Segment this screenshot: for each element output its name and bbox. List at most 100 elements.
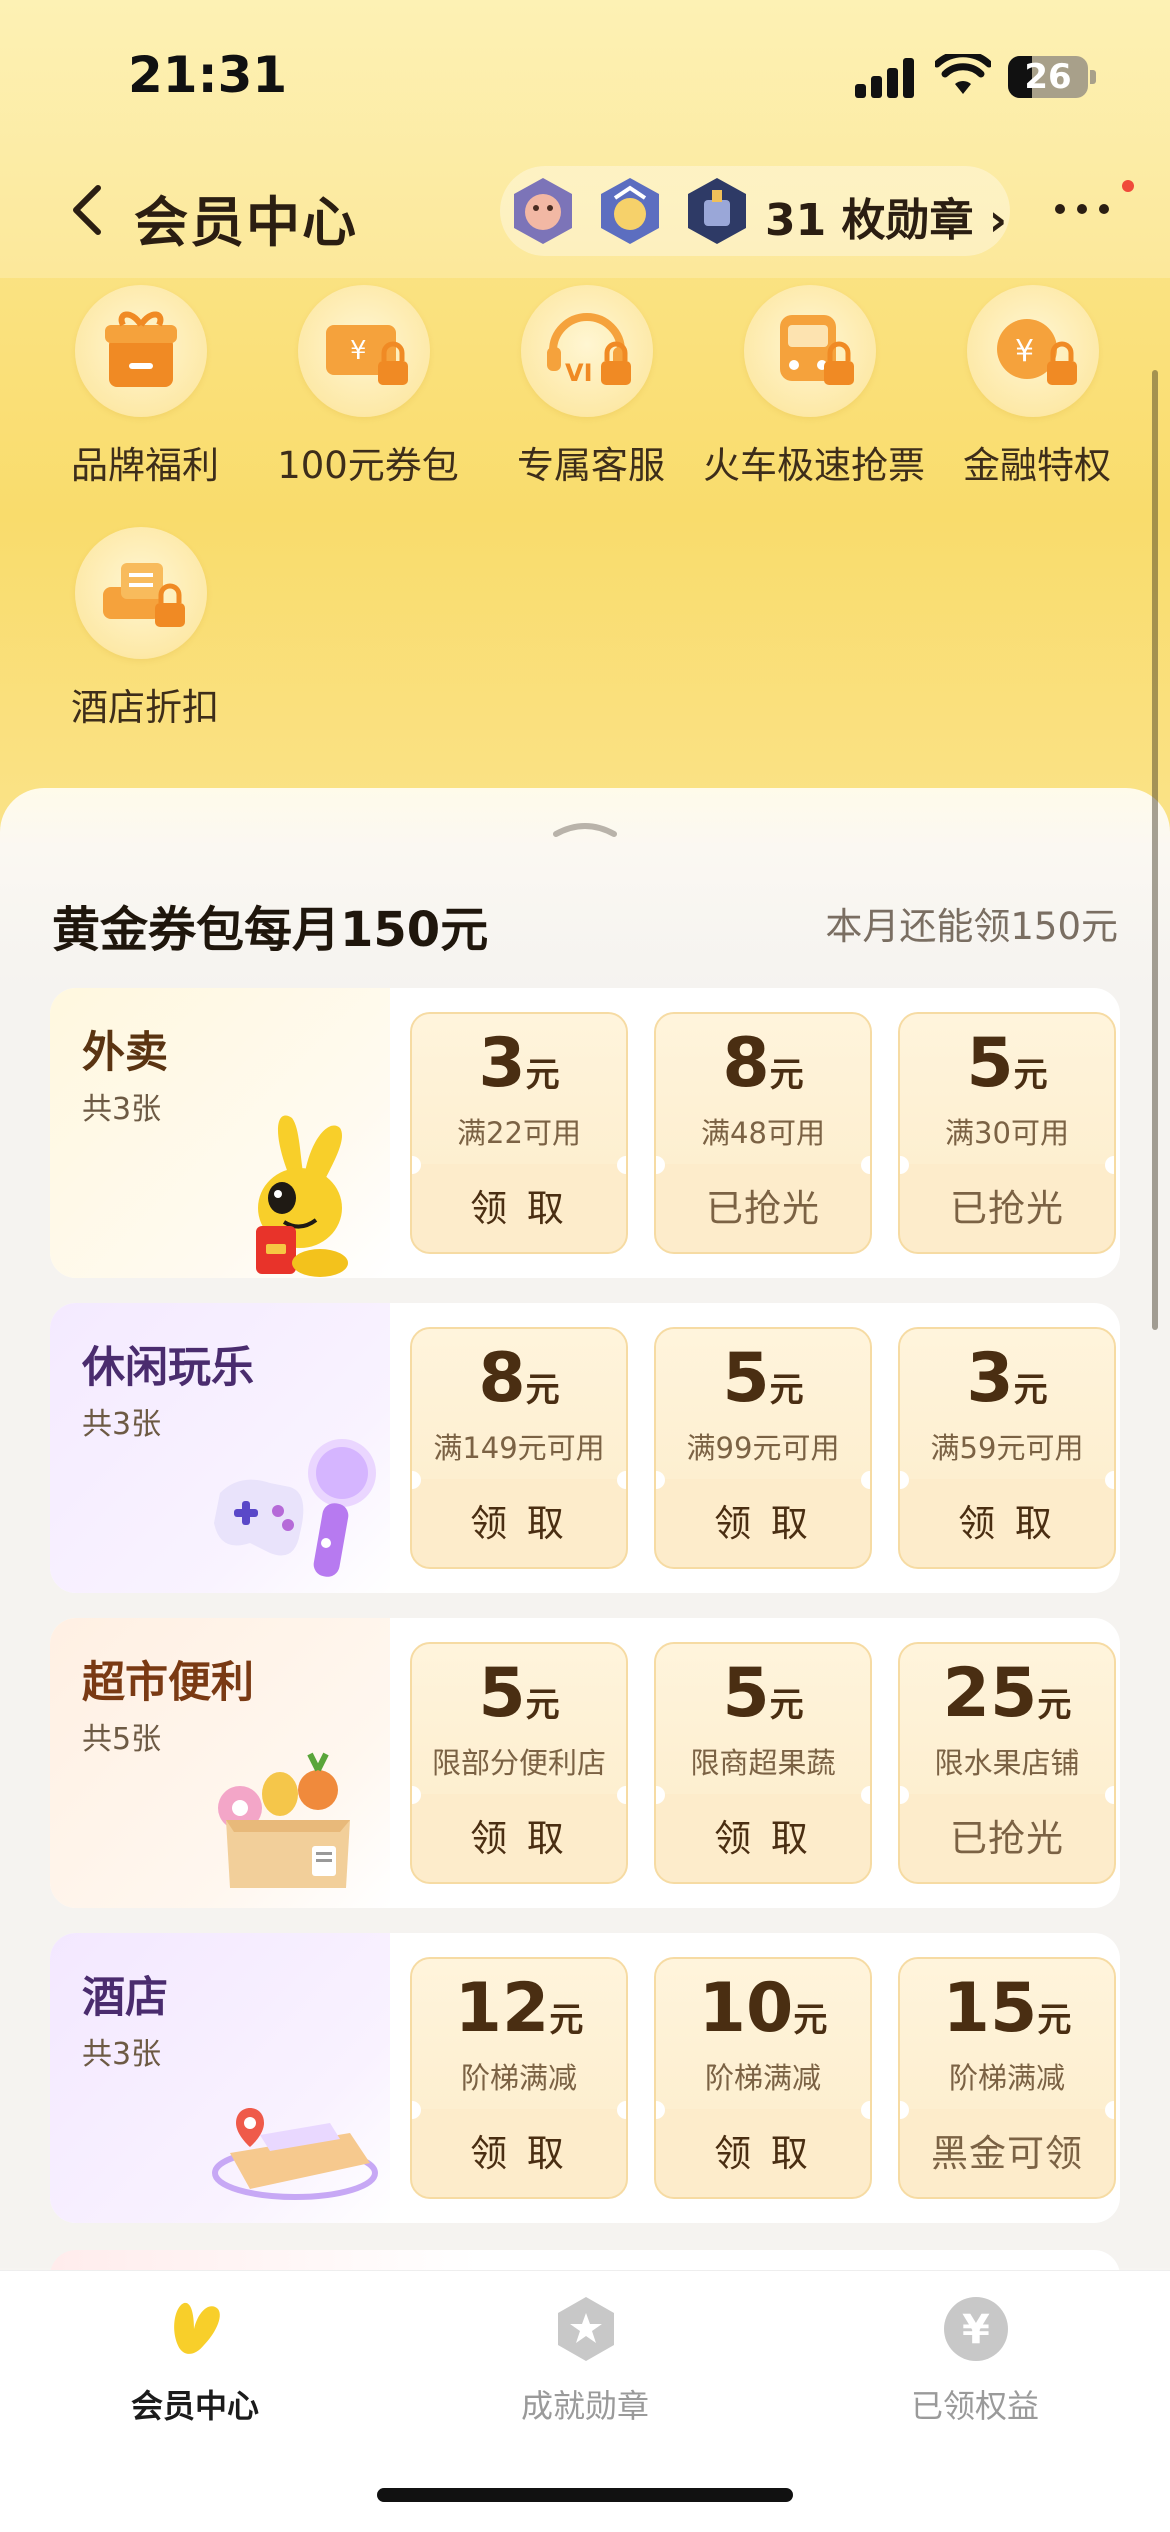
yen-icon: ¥: [944, 2297, 1008, 2361]
category-name: 酒店: [82, 1973, 168, 2023]
coupon-unit: 元: [525, 1055, 560, 1095]
battery-tip: [1090, 70, 1096, 84]
coupon-card[interactable]: 5元 满99元可用 领 取: [654, 1327, 872, 1569]
status-bar: 21:31 26: [0, 0, 1170, 150]
collapse-handle-icon[interactable]: [552, 818, 618, 838]
claim-button[interactable]: 领 取: [412, 1808, 626, 1862]
coupon-card[interactable]: 5元 限部分便利店 领 取: [410, 1642, 628, 1884]
coupon-amount: 8元: [656, 1024, 870, 1103]
coupon-value: 3: [966, 1339, 1014, 1418]
train-icon: [780, 315, 854, 385]
coupon-card[interactable]: 8元 满48可用 已抢光: [654, 1012, 872, 1254]
benefit-item-coupon-pack[interactable]: ¥ 100元券包: [258, 285, 478, 487]
benefit-item-service[interactable]: VI 专属客服: [481, 285, 701, 487]
back-icon[interactable]: [60, 180, 120, 240]
coupon-value: 5: [966, 1024, 1014, 1103]
coupon-amount: 8元: [412, 1339, 626, 1418]
coupon-amount: 3元: [412, 1024, 626, 1103]
coupon-amount: 3元: [900, 1339, 1114, 1418]
gamepad-mic-icon: [214, 1439, 376, 1577]
hotel-bed-icon: [212, 2108, 378, 2200]
notification-dot: [1122, 180, 1134, 192]
coupon-value: 5: [722, 1339, 770, 1418]
coupon-card[interactable]: 25元 限水果店铺 已抢光: [898, 1642, 1116, 1884]
tab-claimed-benefits[interactable]: ¥ 已领权益: [845, 2293, 1105, 2443]
coupon-unit: 元: [525, 1370, 560, 1410]
sold-out-label: 已抢光: [706, 1187, 820, 1230]
coupon-notch: [1105, 2101, 1114, 2119]
benefit-item-hotel[interactable]: 酒店折扣: [35, 527, 255, 729]
coupon-condition: 满149元可用: [433, 1431, 605, 1465]
scrollbar[interactable]: [1152, 370, 1158, 1330]
coupon-card[interactable]: 3元 满22可用 领 取: [410, 1012, 628, 1254]
claim-button[interactable]: 领 取: [412, 1178, 626, 1232]
coupon-notch: [861, 1786, 870, 1804]
category-card-leisure: 休闲玩乐 共3张 8元 满149元可用 领 取 5元 满99元可用 领 取 3元…: [50, 1303, 1120, 1593]
coupon-amount: 5元: [656, 1654, 870, 1733]
coupon-condition: 限商超果蔬: [690, 1746, 836, 1780]
claim-button[interactable]: 领 取: [900, 1493, 1114, 1547]
coupon-amount: 25元: [900, 1654, 1114, 1733]
benefit-item-brand[interactable]: 品牌福利: [35, 285, 255, 487]
medal-icon: [558, 2297, 614, 2361]
coupon-condition: 阶梯满减: [704, 2061, 821, 2095]
coupon-condition: 限水果店铺: [934, 1746, 1080, 1780]
claim-button[interactable]: 领 取: [412, 1493, 626, 1547]
medals-button[interactable]: 31 枚勋章 ›: [500, 166, 1010, 256]
hotel-icon: [103, 563, 185, 627]
coupon-value: 8: [722, 1024, 770, 1103]
claim-button[interactable]: 领 取: [412, 2123, 626, 2177]
tab-member-center[interactable]: 会员中心: [65, 2293, 325, 2443]
category-card-supermarket: 超市便利 共5张 5元 限部分便利店 领 取 5元 限商超果蔬 领 取 25元 …: [50, 1618, 1120, 1908]
coupon-condition: 满22可用: [457, 1116, 581, 1150]
benefit-icon-wrap: [75, 527, 207, 659]
svg-text:VI: VI: [565, 359, 593, 387]
coupon-value: 5: [722, 1654, 770, 1733]
tab-label: 会员中心: [130, 2387, 259, 2425]
gift-icon: [105, 311, 177, 387]
coupon-card[interactable]: 8元 满149元可用 领 取: [410, 1327, 628, 1569]
tab-label: 成就勋章: [520, 2387, 649, 2425]
claim-button[interactable]: 领 取: [656, 1493, 870, 1547]
coupon-value: 15: [942, 1969, 1038, 2048]
svg-text:¥: ¥: [1015, 334, 1034, 369]
coupon-card[interactable]: 5元 满30可用 已抢光: [898, 1012, 1116, 1254]
grocery-box-icon: [218, 1752, 350, 1888]
coupon-card[interactable]: 15元 阶梯满减 黑金可领: [898, 1957, 1116, 2199]
svg-text:¥: ¥: [962, 2307, 990, 2353]
wifi-icon: [935, 54, 991, 94]
benefit-label: 酒店折扣: [71, 686, 219, 729]
finance-icon: ¥: [997, 319, 1077, 385]
coupon-card[interactable]: 5元 限商超果蔬 领 取: [654, 1642, 872, 1884]
category-count: 共3张: [82, 1092, 162, 1127]
benefit-item-finance[interactable]: ¥ 金融特权: [927, 285, 1147, 487]
coupon-value: 12: [454, 1969, 550, 2048]
claim-button[interactable]: 领 取: [656, 1808, 870, 1862]
tab-label: 已领权益: [910, 2387, 1039, 2425]
page-title: 会员中心: [134, 191, 358, 254]
coupon-card[interactable]: 10元 阶梯满减 领 取: [654, 1957, 872, 2199]
category-count: 共3张: [82, 2037, 162, 2072]
coupon-notch: [617, 1156, 626, 1174]
coupon-notch: [1105, 1471, 1114, 1489]
sold-out-label: 已抢光: [950, 1187, 1064, 1230]
tab-achievements[interactable]: 成就勋章: [455, 2293, 715, 2443]
coupon-condition: 满99元可用: [686, 1431, 840, 1465]
home-indicator[interactable]: [377, 2488, 793, 2502]
category-name: 外卖: [82, 1028, 168, 1078]
medals-count: 31 枚勋章 ›: [765, 195, 1007, 246]
coupon-condition: 阶梯满减: [460, 2061, 577, 2095]
svg-text:¥: ¥: [350, 336, 367, 366]
coupon-notch: [1105, 1786, 1114, 1804]
coupon-card[interactable]: 12元 阶梯满减 领 取: [410, 1957, 628, 2199]
more-options-icon[interactable]: [1055, 204, 1115, 218]
benefit-icon-wrap: [75, 285, 207, 417]
coupon-amount: 5元: [900, 1024, 1114, 1103]
claim-button[interactable]: 领 取: [656, 2123, 870, 2177]
coupon-card[interactable]: 3元 满59元可用 领 取: [898, 1327, 1116, 1569]
benefit-item-train[interactable]: 火车极速抢票: [703, 285, 925, 487]
category-count: 共3张: [82, 1407, 162, 1442]
coupon-sheet: 黄金券包每月150元 本月还能领150元 外卖 共3张 3元 满22可用 领 取…: [0, 788, 1170, 2268]
category-card-takeout: 外卖 共3张 3元 满22可用 领 取 8元 满48可用 已抢光 5元 满30可…: [50, 988, 1120, 1278]
battery-icon: 26: [1008, 56, 1088, 98]
